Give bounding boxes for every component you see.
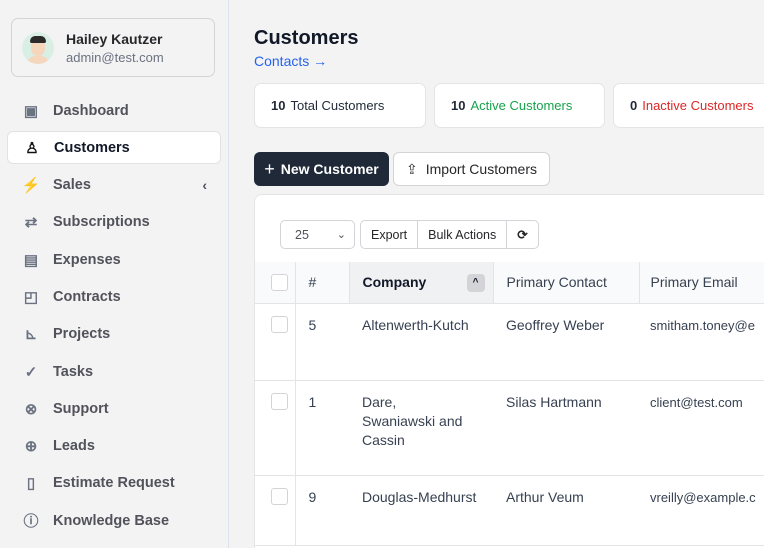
refresh-icon: ⟳ <box>517 228 528 242</box>
row-id: 5 <box>295 303 349 381</box>
nav-label: Estimate Request <box>53 475 175 492</box>
breadcrumb-contacts[interactable]: Contacts → <box>254 53 327 69</box>
new-customer-label: New Customer <box>280 161 379 177</box>
file-icon: ▯ <box>26 475 36 493</box>
select-all-checkbox[interactable] <box>271 273 288 291</box>
sidebar-item-subscriptions[interactable]: ⇄ Subscriptions <box>7 206 221 239</box>
per-page-select[interactable]: 25 ⌄ <box>280 220 355 249</box>
row-contact: Arthur Veum <box>493 475 639 546</box>
sidebar: Hailey Kautzer admin@test.com ▣ Dashboard… <box>0 0 229 548</box>
refresh-button[interactable]: ⟳ <box>507 221 537 248</box>
row-checkbox[interactable] <box>271 392 288 410</box>
import-customers-label: Import Customers <box>425 161 537 177</box>
bulk-actions-button[interactable]: Bulk Actions <box>418 221 508 248</box>
user-email: admin@test.com <box>66 49 164 65</box>
lifebuoy-icon: ⊗ <box>24 400 38 418</box>
nav-label: Knowledge Base <box>53 512 170 529</box>
nav-label: Support <box>53 400 109 417</box>
row-contact: Silas Hartmann <box>493 380 639 476</box>
table-toolbar: Export Bulk Actions ⟳ <box>360 220 539 249</box>
repeat-icon: ⇄ <box>24 214 38 232</box>
column-header-primary-email[interactable]: Primary Email <box>639 262 764 304</box>
table-row[interactable]: 1 Dare, Swaniawski and Cassin Silas Hart… <box>255 380 764 476</box>
sidebar-nav: ▣ Dashboard ♙ Customers ⚡ Sales ‹ ⇄ Subscript… <box>7 94 221 542</box>
stat-inactive-customers[interactable]: 0 Inactive Customers <box>613 83 764 128</box>
sidebar-item-contracts[interactable]: ◰ Contracts <box>7 280 221 313</box>
nav-label: Customers <box>54 139 130 156</box>
crosshair-icon: ⊕ <box>24 438 38 456</box>
customers-table-panel: 25 ⌄ Export Bulk Actions ⟳ # Company ^ Pri… <box>254 194 764 548</box>
question-icon: ⓘ <box>23 513 39 531</box>
sidebar-item-knowledge-base[interactable]: ⓘ Knowledge Base <box>7 504 221 537</box>
avatar <box>22 31 54 64</box>
nav-label: Projects <box>53 326 111 343</box>
sidebar-item-sales[interactable]: ⚡ Sales ‹ <box>7 169 221 202</box>
stat-label: Total Customers <box>290 98 385 113</box>
column-header-primary-contact[interactable]: Primary Contact <box>493 262 640 304</box>
column-header-id[interactable]: # <box>295 262 350 304</box>
sidebar-item-dashboard[interactable]: ▣ Dashboard <box>7 94 221 127</box>
nav-label: Subscriptions <box>53 214 150 231</box>
row-checkbox[interactable] <box>271 315 288 333</box>
column-header-company[interactable]: Company ^ <box>349 262 494 304</box>
stat-active-customers[interactable]: 10 Active Customers <box>434 83 605 128</box>
select-all-cell <box>255 262 296 304</box>
main-content: Customers Contacts → 10 Total Customers 1… <box>229 0 764 548</box>
stat-count: 0 <box>630 98 638 113</box>
document-icon: ▤ <box>23 251 39 269</box>
row-company[interactable]: Douglas-Medhurst <box>349 475 493 546</box>
bolt-icon: ⚡ <box>21 177 41 195</box>
import-customers-button[interactable]: ⇪ Import Customers <box>393 152 550 186</box>
stat-count: 10 <box>271 98 286 113</box>
customers-table: # Company ^ Primary Contact Primary Email… <box>255 262 764 546</box>
sidebar-item-customers[interactable]: ♙ Customers <box>7 131 221 165</box>
sort-ascending-icon[interactable]: ^ <box>466 274 485 292</box>
dashboard-icon: ▣ <box>23 102 39 120</box>
nav-label: Expenses <box>53 251 121 268</box>
row-email: vreilly@example.c <box>639 475 764 546</box>
page-title: Customers <box>254 27 359 49</box>
export-button[interactable]: Export <box>361 221 419 248</box>
user-name: Hailey Kautzer <box>66 30 163 47</box>
nav-label: Dashboard <box>53 102 129 119</box>
check-circle-icon: ✓ <box>24 363 38 381</box>
user-profile[interactable]: Hailey Kautzer admin@test.com <box>11 18 215 77</box>
column-label: Company <box>362 274 427 291</box>
sidebar-item-support[interactable]: ⊗ Support <box>7 392 221 425</box>
row-id: 1 <box>295 380 349 476</box>
nav-label: Contracts <box>53 288 121 305</box>
row-email: client@test.com <box>639 380 764 476</box>
per-page-value: 25 <box>295 227 309 242</box>
row-checkbox[interactable] <box>271 487 288 505</box>
row-contact: Geoffrey Weber <box>493 303 639 381</box>
nav-label: Leads <box>53 438 95 455</box>
sidebar-item-estimate-request[interactable]: ▯ Estimate Request <box>7 467 221 500</box>
row-id: 9 <box>295 475 349 546</box>
chevron-down-icon: ⌄ <box>336 229 346 241</box>
user-icon: ♙ <box>25 139 39 157</box>
row-company[interactable]: Dare, Swaniawski and Cassin <box>349 380 493 476</box>
upload-icon: ⇪ <box>406 160 418 177</box>
row-email: smitham.toney@e <box>639 303 764 381</box>
stat-count: 10 <box>451 98 466 113</box>
chart-icon: ⊾ <box>24 326 38 344</box>
nav-label: Sales <box>53 177 91 194</box>
stat-total-customers[interactable]: 10 Total Customers <box>254 83 426 128</box>
table-row[interactable]: 9 Douglas-Medhurst Arthur Veum vreilly@e… <box>255 475 764 546</box>
note-icon: ◰ <box>23 288 39 306</box>
nav-label: Tasks <box>53 363 94 380</box>
sidebar-item-projects[interactable]: ⊾ Projects <box>7 318 221 351</box>
new-customer-button[interactable]: + New Customer <box>254 152 389 186</box>
stat-label: Inactive Customers <box>642 98 754 113</box>
sidebar-item-leads[interactable]: ⊕ Leads <box>7 430 221 463</box>
sidebar-item-tasks[interactable]: ✓ Tasks <box>7 355 221 388</box>
sidebar-item-expenses[interactable]: ▤ Expenses <box>7 243 221 276</box>
stat-label: Active Customers <box>470 98 573 113</box>
table-header-row: # Company ^ Primary Contact Primary Email <box>255 262 764 304</box>
chevron-left-icon: ‹ <box>202 177 207 194</box>
plus-icon: + <box>264 158 275 179</box>
table-row[interactable]: 5 Altenwerth-Kutch Geoffrey Weber smitha… <box>255 303 764 381</box>
row-company[interactable]: Altenwerth-Kutch <box>349 303 493 381</box>
